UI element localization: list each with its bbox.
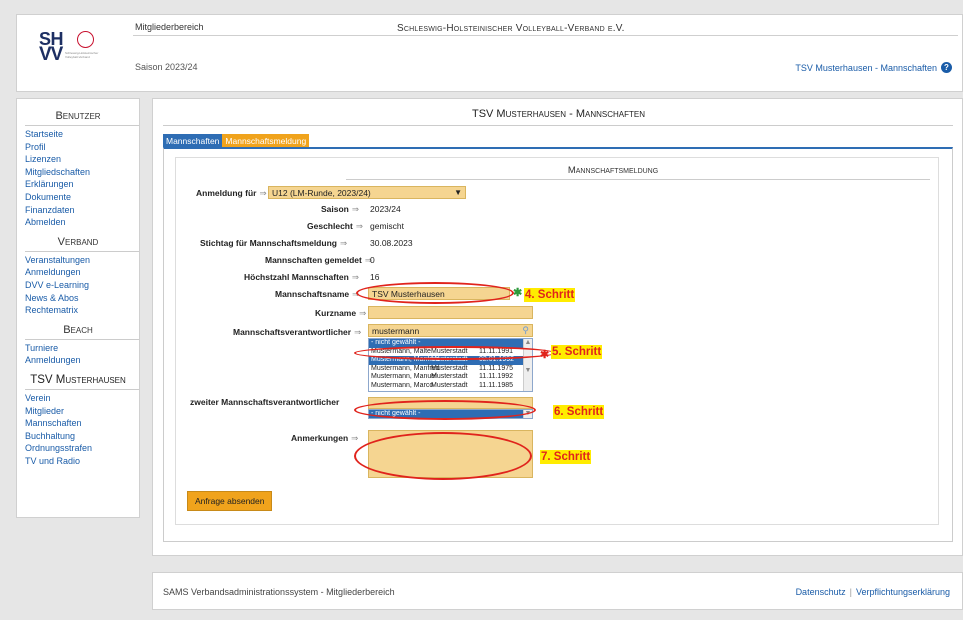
annotation-ring-step6 bbox=[354, 400, 536, 420]
logo-vv-text: VV bbox=[39, 44, 63, 65]
sidebar-item-rechtematrix[interactable]: Rechtematrix bbox=[25, 304, 139, 317]
form-title: Mannschaftsmeldung bbox=[567, 165, 659, 176]
page-title: TSV Musterhausen - Mannschaften bbox=[471, 108, 645, 120]
annotation-ring-step4 bbox=[356, 282, 514, 304]
anmeldung-selected-value: U12 (LM-Runde, 2023/24) bbox=[272, 187, 371, 198]
chevron-down-icon: ▼ bbox=[454, 188, 462, 197]
area-label: Mitgliederbereich bbox=[135, 22, 204, 32]
verantwortlicher-search-value: mustermann bbox=[372, 325, 420, 336]
kurzname-input[interactable] bbox=[368, 306, 533, 319]
search-icon[interactable]: ⚲ bbox=[522, 325, 529, 336]
sidebar-item-lizenzen[interactable]: Lizenzen bbox=[25, 153, 139, 166]
gemeldet-value: 0 bbox=[370, 255, 375, 265]
sidebar-item-profil[interactable]: Profil bbox=[25, 141, 139, 154]
header-divider bbox=[133, 35, 958, 36]
club-context-label[interactable]: TSV Musterhausen - Mannschaften bbox=[795, 63, 937, 73]
zweiter-label: zweiter Mannschaftsverantwortlicher bbox=[190, 397, 340, 407]
annotation-ring-step7 bbox=[354, 432, 532, 480]
tab-mannschaften[interactable]: Mannschaften bbox=[163, 134, 223, 148]
sidebar-item-news-abos[interactable]: News & Abos bbox=[25, 292, 139, 305]
sidebar-item-buchhaltung[interactable]: Buchhaltung bbox=[25, 430, 139, 443]
annotation-ring-step5 bbox=[354, 346, 556, 360]
saison-value: 2023/24 bbox=[370, 204, 401, 214]
footer-text: SAMS Verbandsadministrationssystem - Mit… bbox=[163, 587, 395, 597]
shvv-logo[interactable]: SH VV Schleswig-Holsteinischer Volleybal… bbox=[27, 25, 117, 69]
list-item[interactable]: Mustermann, Marco Musterstadt 11.11.1985 bbox=[369, 382, 532, 391]
tab-mannschaftsmeldung[interactable]: Mannschaftsmeldung bbox=[222, 134, 310, 148]
required-asterisk-icon: ✱ bbox=[513, 287, 523, 299]
logo-tagline: Schleswig-Holsteinischer Volleyball-Verb… bbox=[65, 51, 99, 59]
volleyball-icon bbox=[77, 31, 94, 48]
sidebar-section-title: Benutzer bbox=[25, 110, 139, 126]
anmeldung-select[interactable]: U12 (LM-Runde, 2023/24) ▼ bbox=[268, 186, 466, 199]
mannschaftsname-label: Mannschaftsname ⇒ bbox=[275, 289, 360, 299]
association-title: Schleswig-Holsteinischer Volleyball-Verb… bbox=[397, 23, 625, 34]
gemeldet-label: Mannschaften gemeldet ⇒ bbox=[265, 255, 372, 265]
annotation-step7: 7. Schritt bbox=[540, 450, 592, 464]
geschlecht-value: gemischt bbox=[370, 221, 405, 231]
tab-bar: Mannschaften Mannschaftsmeldung bbox=[163, 134, 310, 148]
sidebar-item-mitgliedschaften[interactable]: Mitgliedschaften bbox=[25, 166, 139, 179]
list-item[interactable]: Mustermann, Manfred Musterstadt 11.11.1975 bbox=[369, 365, 532, 374]
sidebar-item-startseite[interactable]: Startseite bbox=[25, 128, 139, 141]
list-item[interactable]: Mustermann, Manuel Musterstadt 11.11.1992 bbox=[369, 373, 532, 382]
stichtag-label: Stichtag für Mannschaftsmeldung ⇒ bbox=[200, 238, 348, 248]
geschlecht-label: Geschlecht ⇒ bbox=[307, 221, 363, 231]
verantwortlicher-label: Mannschaftsverantwortlicher ⇒ bbox=[233, 327, 362, 337]
submit-button[interactable]: Anfrage absenden bbox=[187, 491, 273, 511]
sidebar-item-turniere[interactable]: Turniere bbox=[25, 342, 139, 355]
verantwortlicher-search-input[interactable]: mustermann ⚲ bbox=[368, 324, 533, 337]
listbox-scrollbar[interactable]: ▲ ▼ bbox=[523, 339, 532, 391]
footer-separator: | bbox=[849, 587, 852, 597]
title-divider bbox=[163, 125, 953, 126]
sidebar-item-tv-radio[interactable]: TV und Radio bbox=[25, 455, 139, 468]
kurzname-label: Kurzname ⇒ bbox=[315, 308, 367, 318]
sidebar-item-finanzdaten[interactable]: Finanzdaten bbox=[25, 204, 139, 217]
footer-link-datenschutz[interactable]: Datenschutz bbox=[796, 587, 846, 597]
page-footer: SAMS Verbandsadministrationssystem - Mit… bbox=[152, 572, 963, 610]
sidebar-item-mitglieder[interactable]: Mitglieder bbox=[25, 405, 139, 418]
sidebar-item-dvv-elearning[interactable]: DVV e-Learning bbox=[25, 279, 139, 292]
anmeldung-label: Anmeldung für ⇒ bbox=[196, 188, 267, 198]
registration-form: Mannschaftsmeldung Anmeldung für ⇒ U12 (L… bbox=[175, 157, 939, 525]
sidebar-item-ordnungsstrafen[interactable]: Ordnungsstrafen bbox=[25, 442, 139, 455]
anmerkungen-label: Anmerkungen ⇒ bbox=[291, 433, 359, 443]
page-header: SH VV Schleswig-Holsteinischer Volleybal… bbox=[16, 14, 963, 92]
hoechstzahl-label: Höchstzahl Mannschaften ⇒ bbox=[244, 272, 359, 282]
annotation-step5: 5. Schritt bbox=[551, 345, 603, 359]
sidebar-section-title: Verband bbox=[25, 236, 139, 252]
sidebar-item-veranstaltungen[interactable]: Veranstaltungen bbox=[25, 254, 139, 267]
footer-link-verpflichtung[interactable]: Verpflichtungserklärung bbox=[856, 587, 950, 597]
annotation-step6: 6. Schritt bbox=[553, 405, 605, 419]
stichtag-value: 30.08.2023 bbox=[370, 238, 413, 248]
saison-label: Saison ⇒ bbox=[321, 204, 359, 214]
sidebar-item-dokumente[interactable]: Dokumente bbox=[25, 191, 139, 204]
footer-links: Datenschutz | Verpflichtungserklärung bbox=[796, 587, 950, 597]
form-title-divider bbox=[346, 179, 930, 180]
sidebar-item-mannschaften[interactable]: Mannschaften bbox=[25, 417, 139, 430]
sidebar-item-verein[interactable]: Verein bbox=[25, 392, 139, 405]
sidebar-item-abmelden[interactable]: Abmelden bbox=[25, 216, 139, 229]
sidebar-item-anmeldungen[interactable]: Anmeldungen bbox=[25, 266, 139, 279]
club-context-link[interactable]: TSV Musterhausen - Mannschaften ? bbox=[795, 62, 952, 73]
main-content: TSV Musterhausen - Mannschaften Mannscha… bbox=[152, 98, 963, 556]
sidebar-section-title: TSV Musterhausen bbox=[25, 374, 139, 390]
season-label: Saison 2023/24 bbox=[135, 62, 198, 72]
annotation-step4: 4. Schritt bbox=[524, 288, 576, 302]
help-icon[interactable]: ? bbox=[941, 62, 952, 73]
hoechstzahl-value: 16 bbox=[370, 272, 380, 282]
sidebar-item-beach-anmeldungen[interactable]: Anmeldungen bbox=[25, 354, 139, 367]
sidebar-item-erklaerungen[interactable]: Erklärungen bbox=[25, 178, 139, 191]
sidebar: Benutzer Startseite Profil Lizenzen Mitg… bbox=[16, 98, 140, 518]
sidebar-section-title: Beach bbox=[25, 324, 139, 340]
